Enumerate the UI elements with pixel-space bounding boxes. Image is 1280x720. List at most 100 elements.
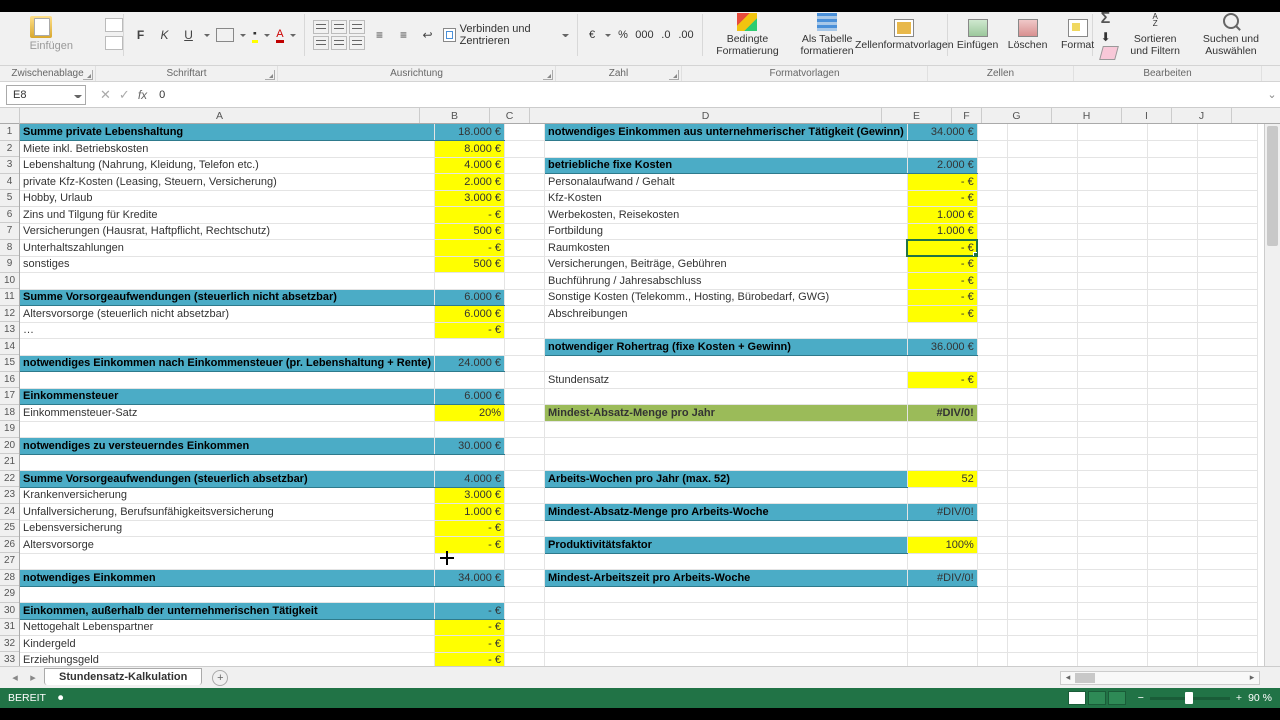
cell[interactable]	[977, 487, 1007, 504]
cell[interactable]	[907, 487, 977, 504]
cancel-formula-button[interactable]: ✕	[100, 87, 111, 103]
cell[interactable]	[505, 124, 545, 141]
cell[interactable]	[1147, 322, 1197, 339]
cell[interactable]: Nettogehalt Lebenspartner	[20, 619, 435, 636]
cell[interactable]: Miete inkl. Betriebskosten	[20, 141, 435, 158]
cell[interactable]	[977, 223, 1007, 240]
cell[interactable]	[1147, 537, 1197, 554]
cell[interactable]	[977, 388, 1007, 405]
cell[interactable]	[977, 256, 1007, 273]
cell[interactable]	[1147, 306, 1197, 323]
cell[interactable]: 6.000 €	[435, 388, 505, 405]
cell[interactable]	[907, 388, 977, 405]
percent-button[interactable]: %	[617, 27, 630, 43]
cell[interactable]	[505, 174, 545, 191]
column-header[interactable]: G	[982, 108, 1052, 123]
cell[interactable]: 20%	[435, 405, 505, 422]
cell[interactable]: sonstiges	[20, 256, 435, 273]
cell[interactable]	[505, 553, 545, 570]
clipboard-dialog-launcher[interactable]	[83, 70, 93, 80]
cell[interactable]: Personalaufwand / Gehalt	[545, 174, 908, 191]
cell[interactable]: Einkommensteuer	[20, 388, 435, 405]
cell[interactable]	[545, 454, 908, 471]
cell[interactable]	[1077, 504, 1147, 521]
cell[interactable]: Raumkosten	[545, 240, 908, 257]
row-header[interactable]: 20	[0, 438, 19, 455]
column-header[interactable]: B	[420, 108, 490, 123]
cell[interactable]	[1077, 438, 1147, 455]
cell[interactable]	[1077, 570, 1147, 587]
cell[interactable]: Versicherungen (Hausrat, Haftpflicht, Re…	[20, 223, 435, 240]
sort-filter-button[interactable]: Sortieren und Filtern	[1123, 13, 1188, 57]
fill-button[interactable]: ⬇	[1101, 30, 1117, 44]
cell[interactable]	[977, 619, 1007, 636]
cell[interactable]: - €	[907, 372, 977, 389]
cell[interactable]	[20, 273, 435, 290]
italic-button[interactable]: K	[156, 25, 174, 45]
cell[interactable]	[505, 570, 545, 587]
accept-formula-button[interactable]: ✓	[119, 87, 130, 103]
cell[interactable]: - €	[435, 322, 505, 339]
cell[interactable]: - €	[435, 636, 505, 653]
cell[interactable]	[1077, 619, 1147, 636]
cell[interactable]	[1147, 339, 1197, 356]
indent-increase[interactable]: ≡	[395, 25, 413, 45]
cell[interactable]: 36.000 €	[907, 339, 977, 356]
cell[interactable]	[907, 438, 977, 455]
cell[interactable]: notwendiges Einkommen aus unternehmerisc…	[545, 124, 908, 141]
cell[interactable]	[1197, 256, 1257, 273]
column-header[interactable]: H	[1052, 108, 1122, 123]
cell[interactable]	[1147, 240, 1197, 257]
cell[interactable]	[1197, 306, 1257, 323]
cell[interactable]: 34.000 €	[435, 570, 505, 587]
cell[interactable]: Zins und Tilgung für Kredite	[20, 207, 435, 224]
cell[interactable]: 1.000 €	[907, 207, 977, 224]
cell[interactable]	[435, 553, 505, 570]
cell[interactable]	[505, 372, 545, 389]
cell[interactable]	[545, 388, 908, 405]
cell[interactable]	[20, 372, 435, 389]
thousand-button[interactable]: 000	[635, 27, 653, 43]
cell[interactable]	[1147, 421, 1197, 438]
cell[interactable]	[977, 603, 1007, 620]
cell[interactable]	[545, 141, 908, 158]
cell[interactable]	[1007, 240, 1077, 257]
cell[interactable]	[1147, 471, 1197, 488]
cell[interactable]	[505, 438, 545, 455]
cell[interactable]	[1197, 636, 1257, 653]
cell[interactable]: - €	[435, 652, 505, 666]
cell[interactable]: - €	[907, 240, 977, 257]
insert-button[interactable]: Einfügen	[956, 19, 1000, 51]
cell[interactable]	[505, 487, 545, 504]
cell[interactable]	[545, 520, 908, 537]
cell[interactable]	[545, 438, 908, 455]
cell[interactable]	[505, 190, 545, 207]
cell[interactable]	[505, 388, 545, 405]
cell[interactable]	[1077, 289, 1147, 306]
cell[interactable]: 500 €	[435, 223, 505, 240]
delete-button[interactable]: Löschen	[1006, 19, 1050, 51]
cell[interactable]	[505, 289, 545, 306]
cell[interactable]	[1197, 537, 1257, 554]
cell[interactable]	[505, 256, 545, 273]
row-header[interactable]: 8	[0, 240, 19, 257]
cell[interactable]: - €	[435, 520, 505, 537]
row-header[interactable]: 14	[0, 339, 19, 356]
cell[interactable]: 6.000 €	[435, 306, 505, 323]
row-header[interactable]: 11	[0, 289, 19, 306]
font-color-button[interactable]: A	[276, 27, 283, 43]
cell[interactable]	[977, 306, 1007, 323]
cell[interactable]	[1147, 223, 1197, 240]
add-sheet-button[interactable]: +	[212, 670, 228, 686]
cell[interactable]	[505, 586, 545, 603]
cell[interactable]: 4.000 €	[435, 157, 505, 174]
row-header[interactable]: 22	[0, 471, 19, 488]
cell[interactable]	[1077, 487, 1147, 504]
tab-nav-first[interactable]: ◂	[8, 671, 22, 685]
cell[interactable]	[1197, 487, 1257, 504]
cell[interactable]	[977, 471, 1007, 488]
cell[interactable]: Erziehungsgeld	[20, 652, 435, 666]
row-header[interactable]: 12	[0, 306, 19, 323]
cell[interactable]	[505, 207, 545, 224]
row-header[interactable]: 29	[0, 586, 19, 603]
